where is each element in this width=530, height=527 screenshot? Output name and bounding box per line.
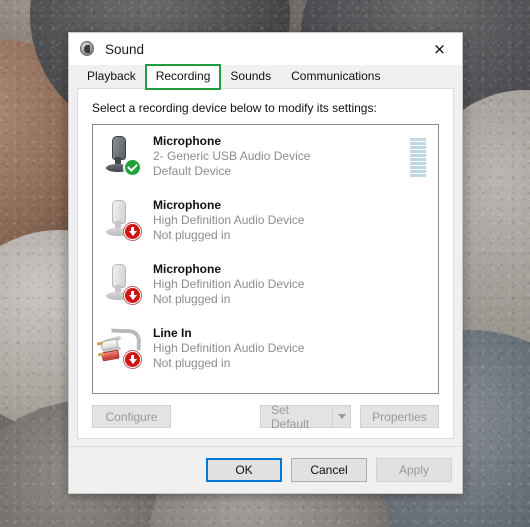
apply-button[interactable]: Apply	[376, 458, 452, 482]
volume-level-meter	[410, 138, 426, 177]
set-default-split-button[interactable]: Set Default	[260, 403, 351, 431]
sound-speaker-icon	[79, 41, 95, 57]
tab-strip: Playback Recording Sounds Communications	[69, 64, 462, 90]
cancel-button[interactable]: Cancel	[291, 458, 367, 482]
tab-communications[interactable]: Communications	[281, 65, 390, 89]
properties-button[interactable]: Properties	[360, 405, 439, 428]
chevron-down-icon	[337, 414, 346, 419]
device-text: Microphone 2- Generic USB Audio Device D…	[153, 134, 410, 179]
device-name: Microphone	[153, 262, 221, 276]
device-name: Microphone	[153, 198, 221, 212]
tab-sounds[interactable]: Sounds	[220, 65, 281, 89]
close-button[interactable]: ×	[417, 34, 462, 65]
device-description: High Definition Audio Device	[153, 213, 305, 227]
device-description: 2- Generic USB Audio Device	[153, 149, 311, 163]
rca-line-in-icon	[96, 326, 145, 372]
device-status: Not plugged in	[153, 356, 231, 370]
list-item[interactable]: Line In High Definition Audio Device Not…	[93, 317, 438, 381]
device-action-buttons: Configure Set Default Properties	[92, 394, 439, 431]
device-status: Not plugged in	[153, 292, 231, 306]
tab-recording[interactable]: Recording	[144, 64, 222, 90]
set-default-button[interactable]: Set Default	[260, 403, 332, 431]
title-bar: Sound ×	[69, 33, 462, 65]
red-down-arrow-icon	[123, 222, 142, 241]
window-title: Sound	[105, 41, 145, 57]
list-item[interactable]: Microphone High Definition Audio Device …	[93, 189, 438, 253]
device-text: Microphone High Definition Audio Device …	[153, 198, 410, 243]
microphone-icon	[101, 198, 145, 244]
recording-tab-panel: Select a recording device below to modif…	[77, 89, 454, 439]
list-item[interactable]: Microphone High Definition Audio Device …	[93, 253, 438, 317]
red-down-arrow-icon	[123, 350, 142, 369]
device-name: Microphone	[153, 134, 221, 148]
instruction-text: Select a recording device below to modif…	[92, 101, 377, 115]
recording-device-list[interactable]: Microphone 2- Generic USB Audio Device D…	[92, 124, 439, 394]
list-item[interactable]: Microphone 2- Generic USB Audio Device D…	[93, 125, 438, 189]
close-icon: ×	[433, 39, 446, 58]
green-check-icon	[123, 158, 142, 177]
device-description: High Definition Audio Device	[153, 341, 305, 355]
configure-button[interactable]: Configure	[92, 405, 171, 428]
device-status: Not plugged in	[153, 228, 231, 242]
set-default-dropdown-button[interactable]	[332, 405, 351, 428]
device-description: High Definition Audio Device	[153, 277, 305, 291]
device-status: Default Device	[153, 164, 232, 178]
device-text: Line In High Definition Audio Device Not…	[153, 326, 410, 371]
sound-dialog-window: Sound × Playback Recording Sounds Commun…	[68, 32, 463, 494]
microphone-icon	[101, 262, 145, 308]
red-down-arrow-icon	[123, 286, 142, 305]
microphone-icon	[101, 134, 145, 180]
device-text: Microphone High Definition Audio Device …	[153, 262, 410, 307]
device-name: Line In	[153, 326, 192, 340]
tab-playback[interactable]: Playback	[77, 65, 146, 89]
dialog-footer: OK Cancel Apply	[69, 446, 462, 493]
ok-button[interactable]: OK	[206, 458, 282, 482]
